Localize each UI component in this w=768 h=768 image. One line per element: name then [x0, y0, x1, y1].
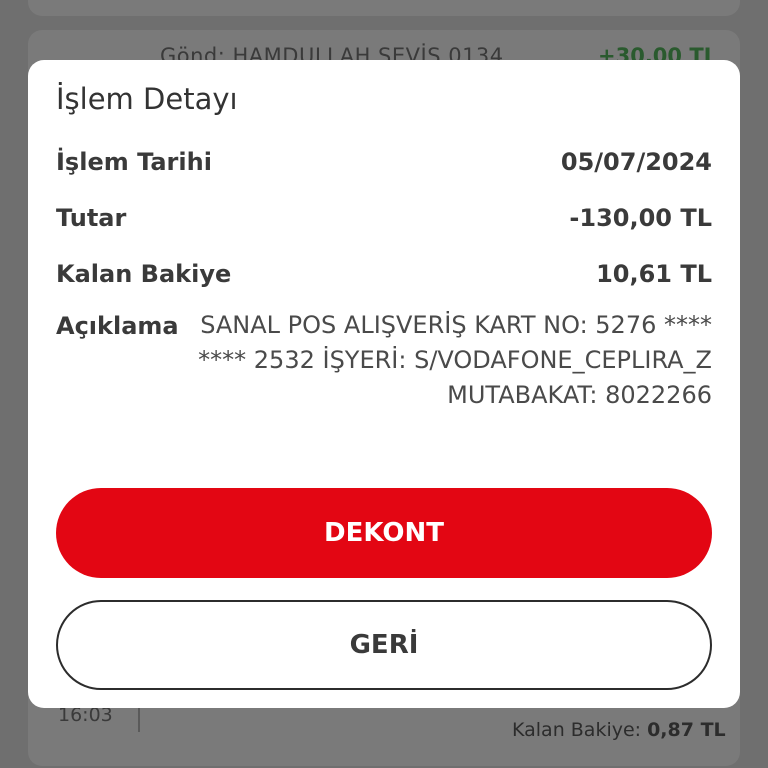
row-description: Açıklama SANAL POS ALIŞVERİŞ KART NO: 52…: [56, 311, 712, 413]
amount-value: -130,00 TL: [569, 204, 712, 232]
description-line: MUTABAKAT: 8022266: [447, 381, 712, 409]
receipt-button[interactable]: DEKONT: [56, 488, 712, 578]
remaining-balance-label: Kalan Bakiye: [56, 260, 232, 288]
row-transaction-date: İşlem Tarihi 05/07/2024: [56, 148, 712, 176]
background-balance-label: Kalan Bakiye:: [512, 719, 642, 741]
description-line: SANAL POS ALIŞVERİŞ KART NO: 5276 ****: [200, 311, 712, 339]
back-button[interactable]: GERİ: [56, 600, 712, 690]
row-amount: Tutar -130,00 TL: [56, 204, 712, 232]
transaction-date-label: İşlem Tarihi: [56, 148, 212, 176]
description-value: SANAL POS ALIŞVERİŞ KART NO: 5276 **** *…: [182, 308, 712, 413]
background-balance: Kalan Bakiye: 0,87 TL: [512, 719, 726, 741]
description-label: Açıklama: [56, 312, 179, 340]
transaction-date-value: 05/07/2024: [560, 148, 712, 176]
amount-label: Tutar: [56, 204, 127, 232]
description-line: **** 2532 İŞYERİ: S/VODAFONE_CEPLIRA_Z: [198, 346, 712, 374]
transaction-detail-modal: İşlem Detayı İşlem Tarihi 05/07/2024 Tut…: [28, 60, 740, 708]
background-balance-value: 0,87 TL: [647, 719, 726, 741]
background-card-top: [28, 0, 740, 16]
row-remaining-balance: Kalan Bakiye 10,61 TL: [56, 260, 712, 288]
modal-title: İşlem Detayı: [56, 82, 238, 116]
remaining-balance-value: 10,61 TL: [596, 260, 712, 288]
